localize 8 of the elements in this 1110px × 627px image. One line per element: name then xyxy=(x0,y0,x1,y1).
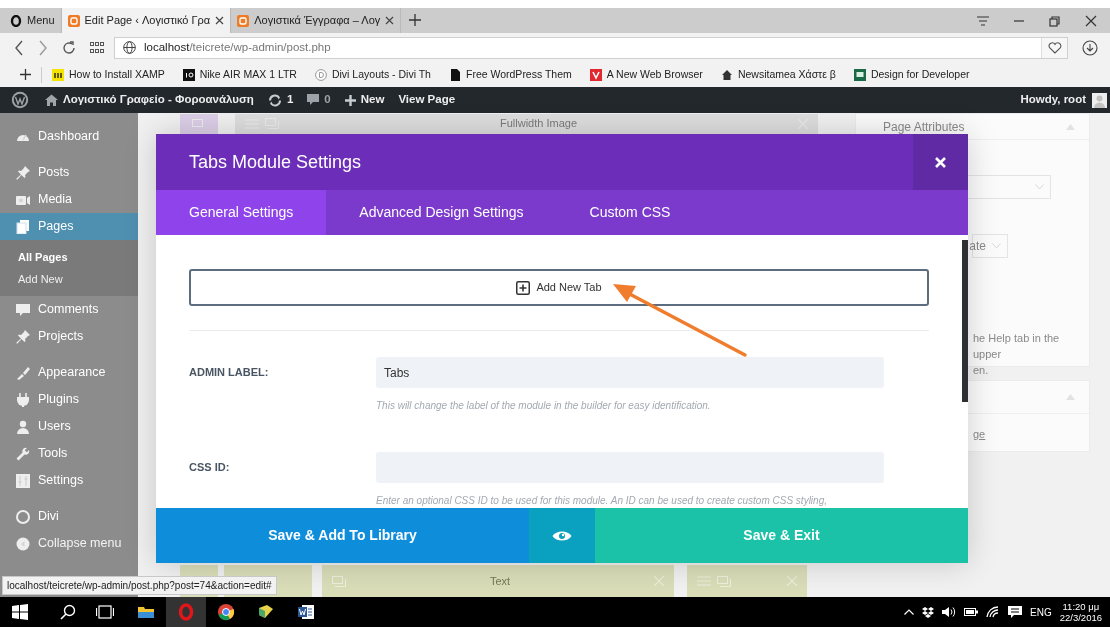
field-label: ADMIN LABEL: xyxy=(189,365,270,381)
panel-title: Page Attributes xyxy=(883,118,965,136)
status-url-tooltip: localhost/teicrete/wp-admin/post.php?post=74&action=edit# xyxy=(2,576,277,595)
field-description: Enter an optional CSS ID to be used for this module. An ID can be used to create custom CSS styling, xyxy=(376,494,828,508)
field-description: This will change the label of the module in the builder for easy identification. xyxy=(376,399,712,413)
field-label: CSS ID: xyxy=(189,460,231,476)
help-text: he Help tab in the upper en. xyxy=(973,331,1061,378)
dialog-title: Tabs Module Settings xyxy=(188,150,363,174)
